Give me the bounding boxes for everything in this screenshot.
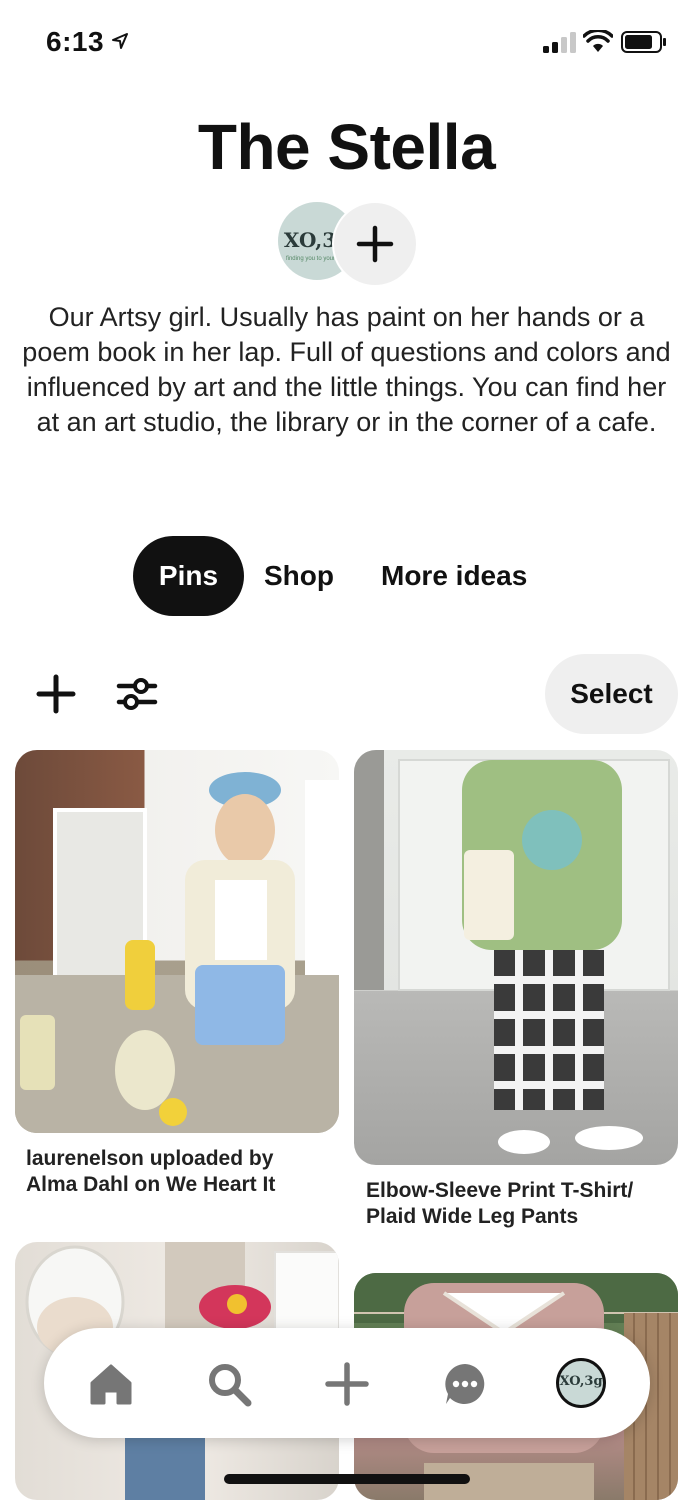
pin-image[interactable] <box>354 750 678 1165</box>
tab-shop[interactable]: Shop <box>264 536 334 616</box>
bottom-navigation-bar: XO,3g <box>44 1328 650 1438</box>
chat-icon[interactable] <box>442 1361 488 1407</box>
profile-avatar-text: XO,3g <box>559 1374 603 1389</box>
home-indicator <box>224 1474 470 1484</box>
battery-icon <box>621 31 666 53</box>
search-icon[interactable] <box>206 1361 252 1407</box>
pin-caption: Elbow-Sleeve Print T-Shirt/ Plaid Wide L… <box>366 1179 634 1228</box>
signal-icon <box>543 32 576 53</box>
filter-icon[interactable] <box>115 675 159 713</box>
add-pin-icon[interactable] <box>36 674 76 714</box>
status-time: 6:13 <box>46 26 105 57</box>
tab-more-ideas[interactable]: More ideas <box>381 536 527 616</box>
tab-pins[interactable]: Pins <box>133 536 244 616</box>
board-description: Our Artsy girl. Usually has paint on her… <box>22 302 671 437</box>
board-title: The Stella <box>197 111 496 183</box>
location-arrow-icon <box>112 33 128 49</box>
pin-photo <box>354 750 670 1154</box>
home-icon[interactable] <box>88 1361 134 1407</box>
select-button[interactable]: Select <box>545 654 678 734</box>
pin-photo <box>15 772 339 1133</box>
plus-icon <box>356 225 394 263</box>
profile-avatar[interactable]: XO,3g <box>556 1358 606 1408</box>
pin-image[interactable] <box>15 750 339 1133</box>
pin-caption: laurenelson uploaded by Alma Dahl on We … <box>26 1147 276 1196</box>
add-collaborator-button[interactable] <box>332 201 418 287</box>
plus-icon[interactable] <box>324 1361 370 1407</box>
wifi-icon <box>583 30 613 52</box>
